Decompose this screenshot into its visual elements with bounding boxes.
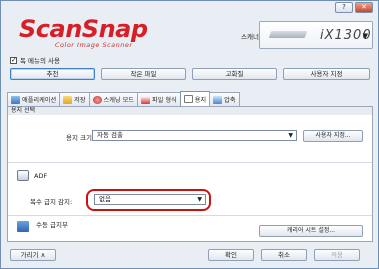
tab-file-format[interactable]: 파일 형식 xyxy=(136,92,181,106)
tab-label: 압축 xyxy=(224,97,236,104)
multifeed-label: 복수 급지 감지: xyxy=(30,198,73,206)
logo-subtitle: Color Image Scanner xyxy=(55,41,133,49)
apply-button[interactable]: 적용 xyxy=(314,249,360,261)
profile-recommended-button[interactable]: 추천 xyxy=(10,68,95,80)
tab-save[interactable]: 저장 xyxy=(59,92,90,106)
ok-button[interactable]: 확인 xyxy=(208,249,254,261)
cancel-button[interactable]: 취소 xyxy=(261,249,307,261)
profile-custom-button[interactable]: 사용자 지정 xyxy=(283,68,370,80)
manual-feed-icon xyxy=(17,221,29,232)
tab-label: 애플리케이션 xyxy=(22,97,57,104)
help-button[interactable]: ? xyxy=(335,2,353,13)
manual-feed-label: 수동 급지부 xyxy=(36,221,68,229)
hide-button[interactable]: 가리기 ∧ xyxy=(10,249,56,261)
profile-small-file-button[interactable]: 작은 파일 xyxy=(101,68,186,80)
adf-icon xyxy=(17,170,29,181)
hide-label: 가리기 xyxy=(20,251,39,259)
scansnap-logo: ScanSnap xyxy=(19,15,148,43)
paper-settings-panel: 용지 선택 용지 크기: 자동 검출 ▼ 사용자 지정... ADF 복수 급지… xyxy=(7,106,373,242)
scanner-icon xyxy=(268,31,308,38)
scansnap-settings-window: ? ✕ ScanSnap Color Image Scanner 스캐너 iX1… xyxy=(0,0,379,269)
carrier-sheet-button[interactable]: 캐리어 시트 설정... xyxy=(259,225,363,237)
application-icon xyxy=(11,95,20,104)
close-button[interactable]: ✕ xyxy=(355,2,373,13)
tab-compression[interactable]: 압축 xyxy=(209,92,240,106)
divider xyxy=(8,215,372,216)
paper-size-label: 용지 크기: xyxy=(66,134,95,142)
scan-mode-icon xyxy=(92,95,102,104)
scanner-select[interactable]: iX1300 ▼ xyxy=(259,21,373,49)
tab-label: 저장 xyxy=(74,97,86,104)
scanner-label: 스캐너 xyxy=(241,33,259,41)
tab-label: 스캐닝 모드 xyxy=(103,97,134,104)
file-format-icon xyxy=(140,95,150,104)
chevron-up-icon: ∧ xyxy=(40,251,46,259)
custom-size-button[interactable]: 사용자 지정... xyxy=(303,130,363,142)
checkbox-checked-icon[interactable]: ✓ xyxy=(10,56,17,64)
profile-high-quality-button[interactable]: 고화질 xyxy=(192,68,277,80)
show-menu-label: 독 메뉴의 사용 xyxy=(20,57,61,65)
divider xyxy=(8,162,372,163)
highlight-circle xyxy=(86,189,211,211)
adf-label: ADF xyxy=(34,172,48,180)
chevron-down-icon: ▼ xyxy=(362,32,368,40)
paper-section-header: 용지 선택 xyxy=(8,107,372,115)
folder-icon xyxy=(63,95,73,104)
tab-paper[interactable]: 용지 xyxy=(179,91,211,106)
paper-icon xyxy=(183,95,193,103)
chevron-down-icon: ▼ xyxy=(288,132,293,139)
compression-icon xyxy=(213,95,223,104)
tab-label: 파일 형식 xyxy=(151,97,177,104)
paper-size-dropdown[interactable]: 자동 검출 ▼ xyxy=(92,130,297,141)
settings-tabs: 애플리케이션 저장 스캐닝 모드 파일 형식 용지 압축 xyxy=(7,91,240,106)
paper-size-value: 자동 검출 xyxy=(97,131,123,139)
show-menu-checkbox-row[interactable]: ✓ 독 메뉴의 사용 xyxy=(10,55,60,65)
tab-label: 용지 xyxy=(194,96,207,104)
tab-scan-mode[interactable]: 스캐닝 모드 xyxy=(88,92,138,106)
tab-application[interactable]: 애플리케이션 xyxy=(7,92,61,106)
